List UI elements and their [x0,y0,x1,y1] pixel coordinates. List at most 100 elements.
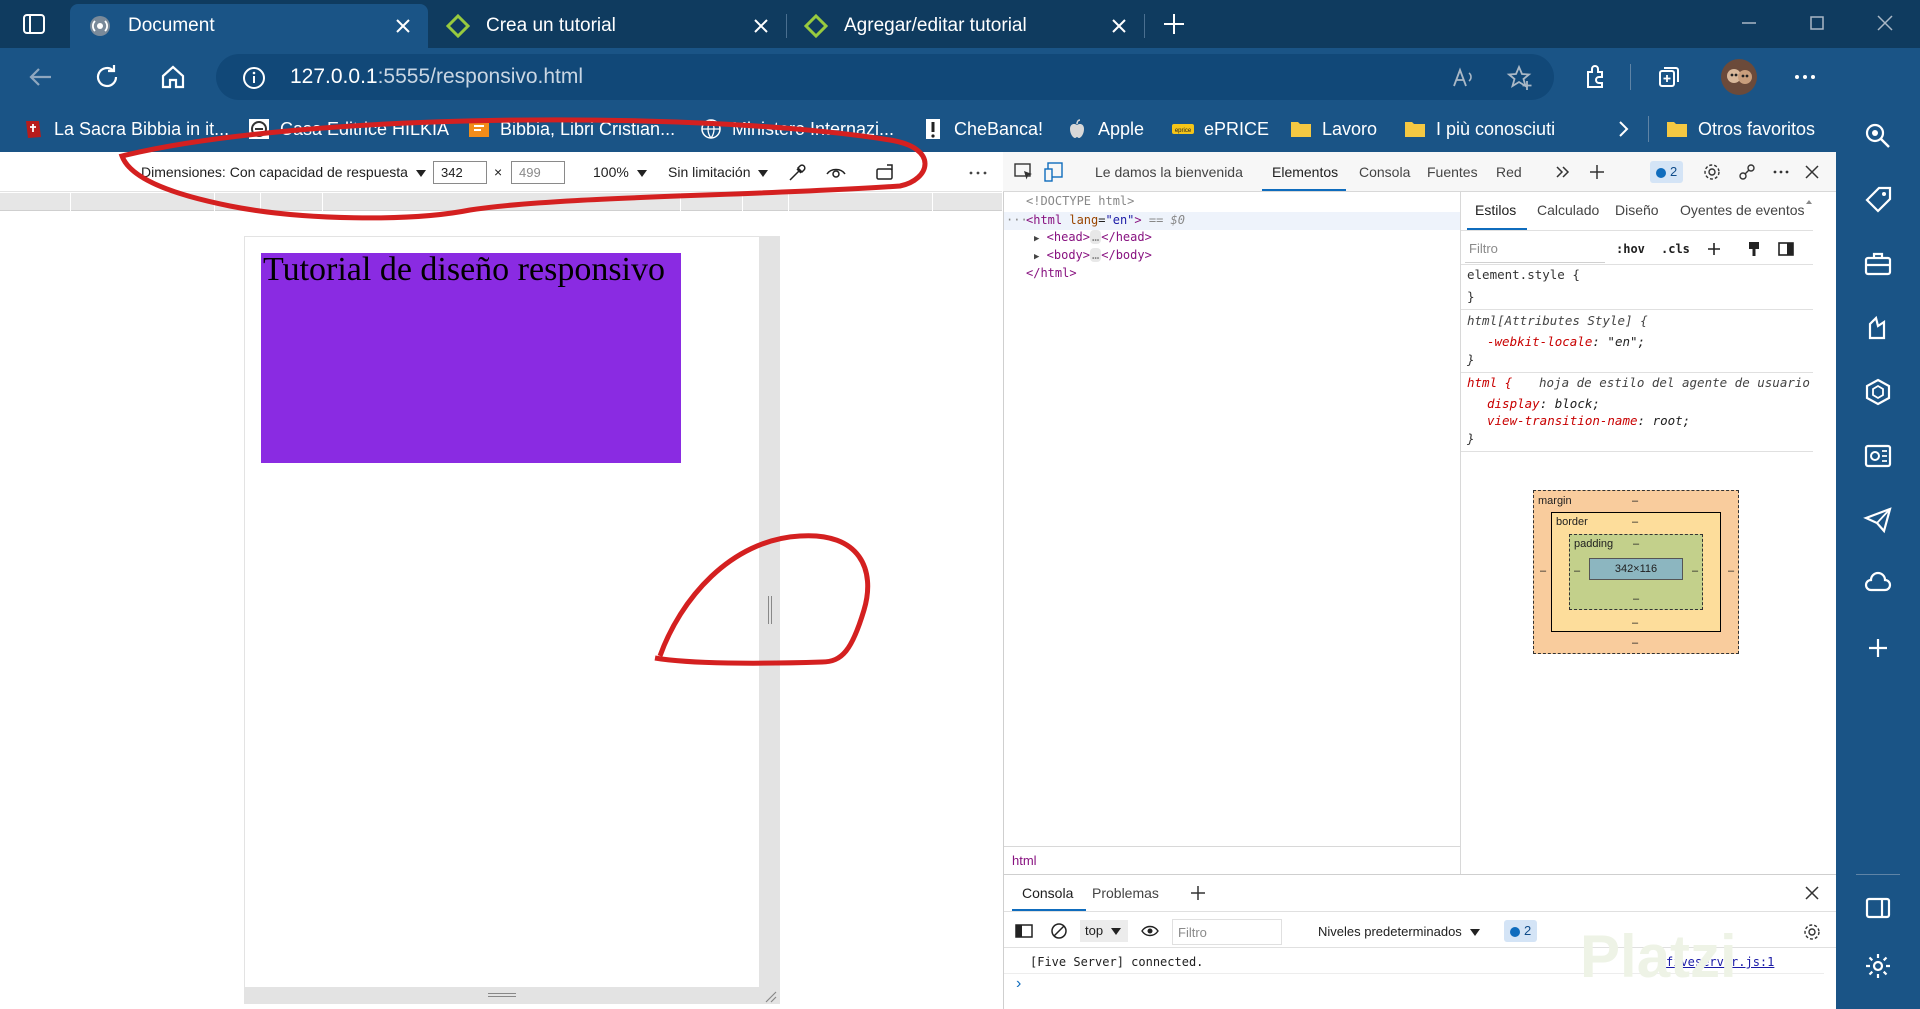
read-aloud-icon[interactable] [1450,65,1476,91]
more-options-icon[interactable] [967,162,989,184]
bookmark-item[interactable]: Otros favoritos [1666,114,1815,144]
dom-node-body[interactable]: ▶ <body>… </body> [1034,248,1152,262]
search-icon[interactable] [1862,120,1894,152]
issues-badge[interactable]: 2 [1650,161,1684,183]
css-declaration[interactable]: -webkit-locale: "en"; [1487,334,1645,349]
send-icon[interactable] [1862,504,1894,536]
add-drawer-tab-icon[interactable] [1188,883,1208,903]
tab-actions-icon[interactable] [20,10,50,38]
bookmark-item[interactable]: Apple [1066,114,1144,144]
devtools-tab-sources[interactable]: Fuentes [1427,164,1478,180]
paint-brush-icon[interactable] [1745,240,1763,258]
styles-tab-computed[interactable]: Calculado [1537,202,1599,218]
vision-deficiency-icon[interactable] [825,162,847,184]
drawer-tab-console[interactable]: Consola [1022,885,1073,901]
dom-ellipsis[interactable]: … [1090,230,1102,244]
bookmark-item[interactable]: eprice ePRICE [1172,114,1269,144]
split-screen-icon[interactable] [1862,892,1894,924]
media-query-ruler[interactable] [0,193,1002,211]
toolbox-icon[interactable] [1862,248,1894,280]
bookmark-item[interactable]: CheBanca! [922,114,1043,144]
eyedropper-icon[interactable] [786,162,808,184]
zoom-dropdown[interactable]: 100% [593,164,647,180]
rule-attributes-style[interactable]: html[Attributes Style] { [1467,313,1648,328]
bookmark-item[interactable]: I più conosciuti [1404,114,1555,144]
dom-ellipsis[interactable]: … [1090,248,1102,262]
class-toggle[interactable]: .cls [1661,242,1690,256]
devtools-tab-welcome[interactable]: Le damos la bienvenida [1095,164,1243,180]
back-icon[interactable] [26,62,56,92]
toggle-sidebar-icon[interactable] [1777,240,1795,258]
viewport-resize-handle-bottom[interactable] [244,988,780,1004]
console-message[interactable]: [Five Server] connected. [1030,955,1203,969]
bookmark-item[interactable]: Casa Editrice HILKIA [248,114,449,144]
close-tab-icon[interactable] [750,15,772,37]
drawer-tab-issues[interactable]: Problemas [1092,885,1159,901]
settings-gear-icon[interactable] [1702,162,1722,182]
css-declaration[interactable]: display: block; [1487,396,1600,411]
console-filter-input[interactable]: Filtro [1172,919,1282,945]
inspect-element-icon[interactable] [1013,161,1035,183]
corner-resize-icon[interactable] [762,988,778,1004]
devtools-tab-console[interactable]: Consola [1359,164,1410,180]
close-window-icon[interactable] [1870,8,1900,38]
styles-tab-event-listeners[interactable]: Oyentes de eventos [1680,202,1805,218]
home-icon[interactable] [158,62,188,92]
address-bar[interactable]: 127.0.0.1:5555/responsivo.html [216,54,1554,100]
devtools-tab-elements[interactable]: Elementos [1272,164,1338,180]
games-icon[interactable] [1862,312,1894,344]
width-input[interactable]: 342 [433,161,487,184]
show-sidebar-icon[interactable] [1014,921,1034,941]
bookmark-item[interactable]: Lavoro [1290,114,1377,144]
dom-node-head[interactable]: ▶ <head>… </head> [1034,230,1152,244]
dom-doctype[interactable]: <!DOCTYPE html> [1026,194,1134,208]
more-options-icon[interactable] [1771,162,1791,182]
bookmark-item[interactable]: Ministero Internazi... [700,114,894,144]
close-tab-icon[interactable] [392,15,414,37]
connect-icon[interactable] [1737,162,1757,182]
new-tab-icon[interactable] [1160,10,1188,38]
tab-document[interactable]: Document [70,4,428,48]
new-rule-icon[interactable] [1705,240,1723,258]
log-levels-dropdown[interactable]: Niveles predeterminados [1318,924,1480,939]
rotate-icon[interactable] [874,162,896,184]
console-source-link[interactable]: fiveserver.js:1 [1666,955,1774,969]
breadcrumb-item-html[interactable]: html [1012,853,1037,868]
console-issues-badge[interactable]: 2 [1504,920,1538,942]
console-settings-gear-icon[interactable] [1802,922,1822,942]
tab-agregar-editar[interactable]: Agregar/editar tutorial [786,4,1144,48]
more-bookmarks-chevron-icon[interactable] [1612,118,1634,140]
collections-icon[interactable] [1654,62,1684,92]
more-tabs-chevron-icon[interactable] [1552,162,1572,182]
styles-tab-styles[interactable]: Estilos [1475,202,1516,218]
styles-scrollbar[interactable] [1805,194,1813,874]
rule-element-style[interactable]: element.style { [1467,267,1580,282]
bookmark-item[interactable]: Bibbia, Libri Cristian... [468,114,675,144]
add-favorite-icon[interactable] [1506,64,1534,92]
url-text[interactable]: 127.0.0.1:5555/responsivo.html [290,65,583,89]
bookmark-item[interactable]: La Sacra Bibbia in it... [22,114,229,144]
minimize-icon[interactable] [1734,8,1764,38]
maximize-icon[interactable] [1802,8,1832,38]
live-expression-eye-icon[interactable] [1140,921,1160,941]
cloud-icon[interactable] [1862,568,1894,600]
expand-triangle-icon[interactable]: ▶ [1034,252,1039,262]
clear-console-icon[interactable] [1049,921,1069,941]
microsoft-365-icon[interactable] [1862,376,1894,408]
settings-gear-icon[interactable] [1862,950,1894,982]
dimensions-dropdown[interactable]: Dimensiones: Con capacidad de respuesta [141,164,426,180]
refresh-icon[interactable] [92,62,122,92]
profile-avatar[interactable] [1720,58,1758,96]
console-prompt[interactable]: › [1016,975,1021,993]
css-declaration[interactable]: view-transition-name: root; [1487,413,1690,428]
shopping-tag-icon[interactable] [1862,184,1894,216]
styles-filter-input[interactable]: Filtro [1465,235,1605,263]
dom-node-html-selected[interactable]: ··· <html lang="en"> == $0 [1004,212,1460,230]
tab-crea-tutorial[interactable]: Crea un tutorial [428,4,786,48]
outlook-icon[interactable] [1862,440,1894,472]
add-sidebar-app-icon[interactable] [1862,632,1894,664]
more-options-icon[interactable] [1790,62,1820,92]
expand-triangle-icon[interactable]: ▶ [1034,234,1039,244]
add-tab-icon[interactable] [1587,162,1607,182]
info-icon[interactable] [242,66,266,90]
